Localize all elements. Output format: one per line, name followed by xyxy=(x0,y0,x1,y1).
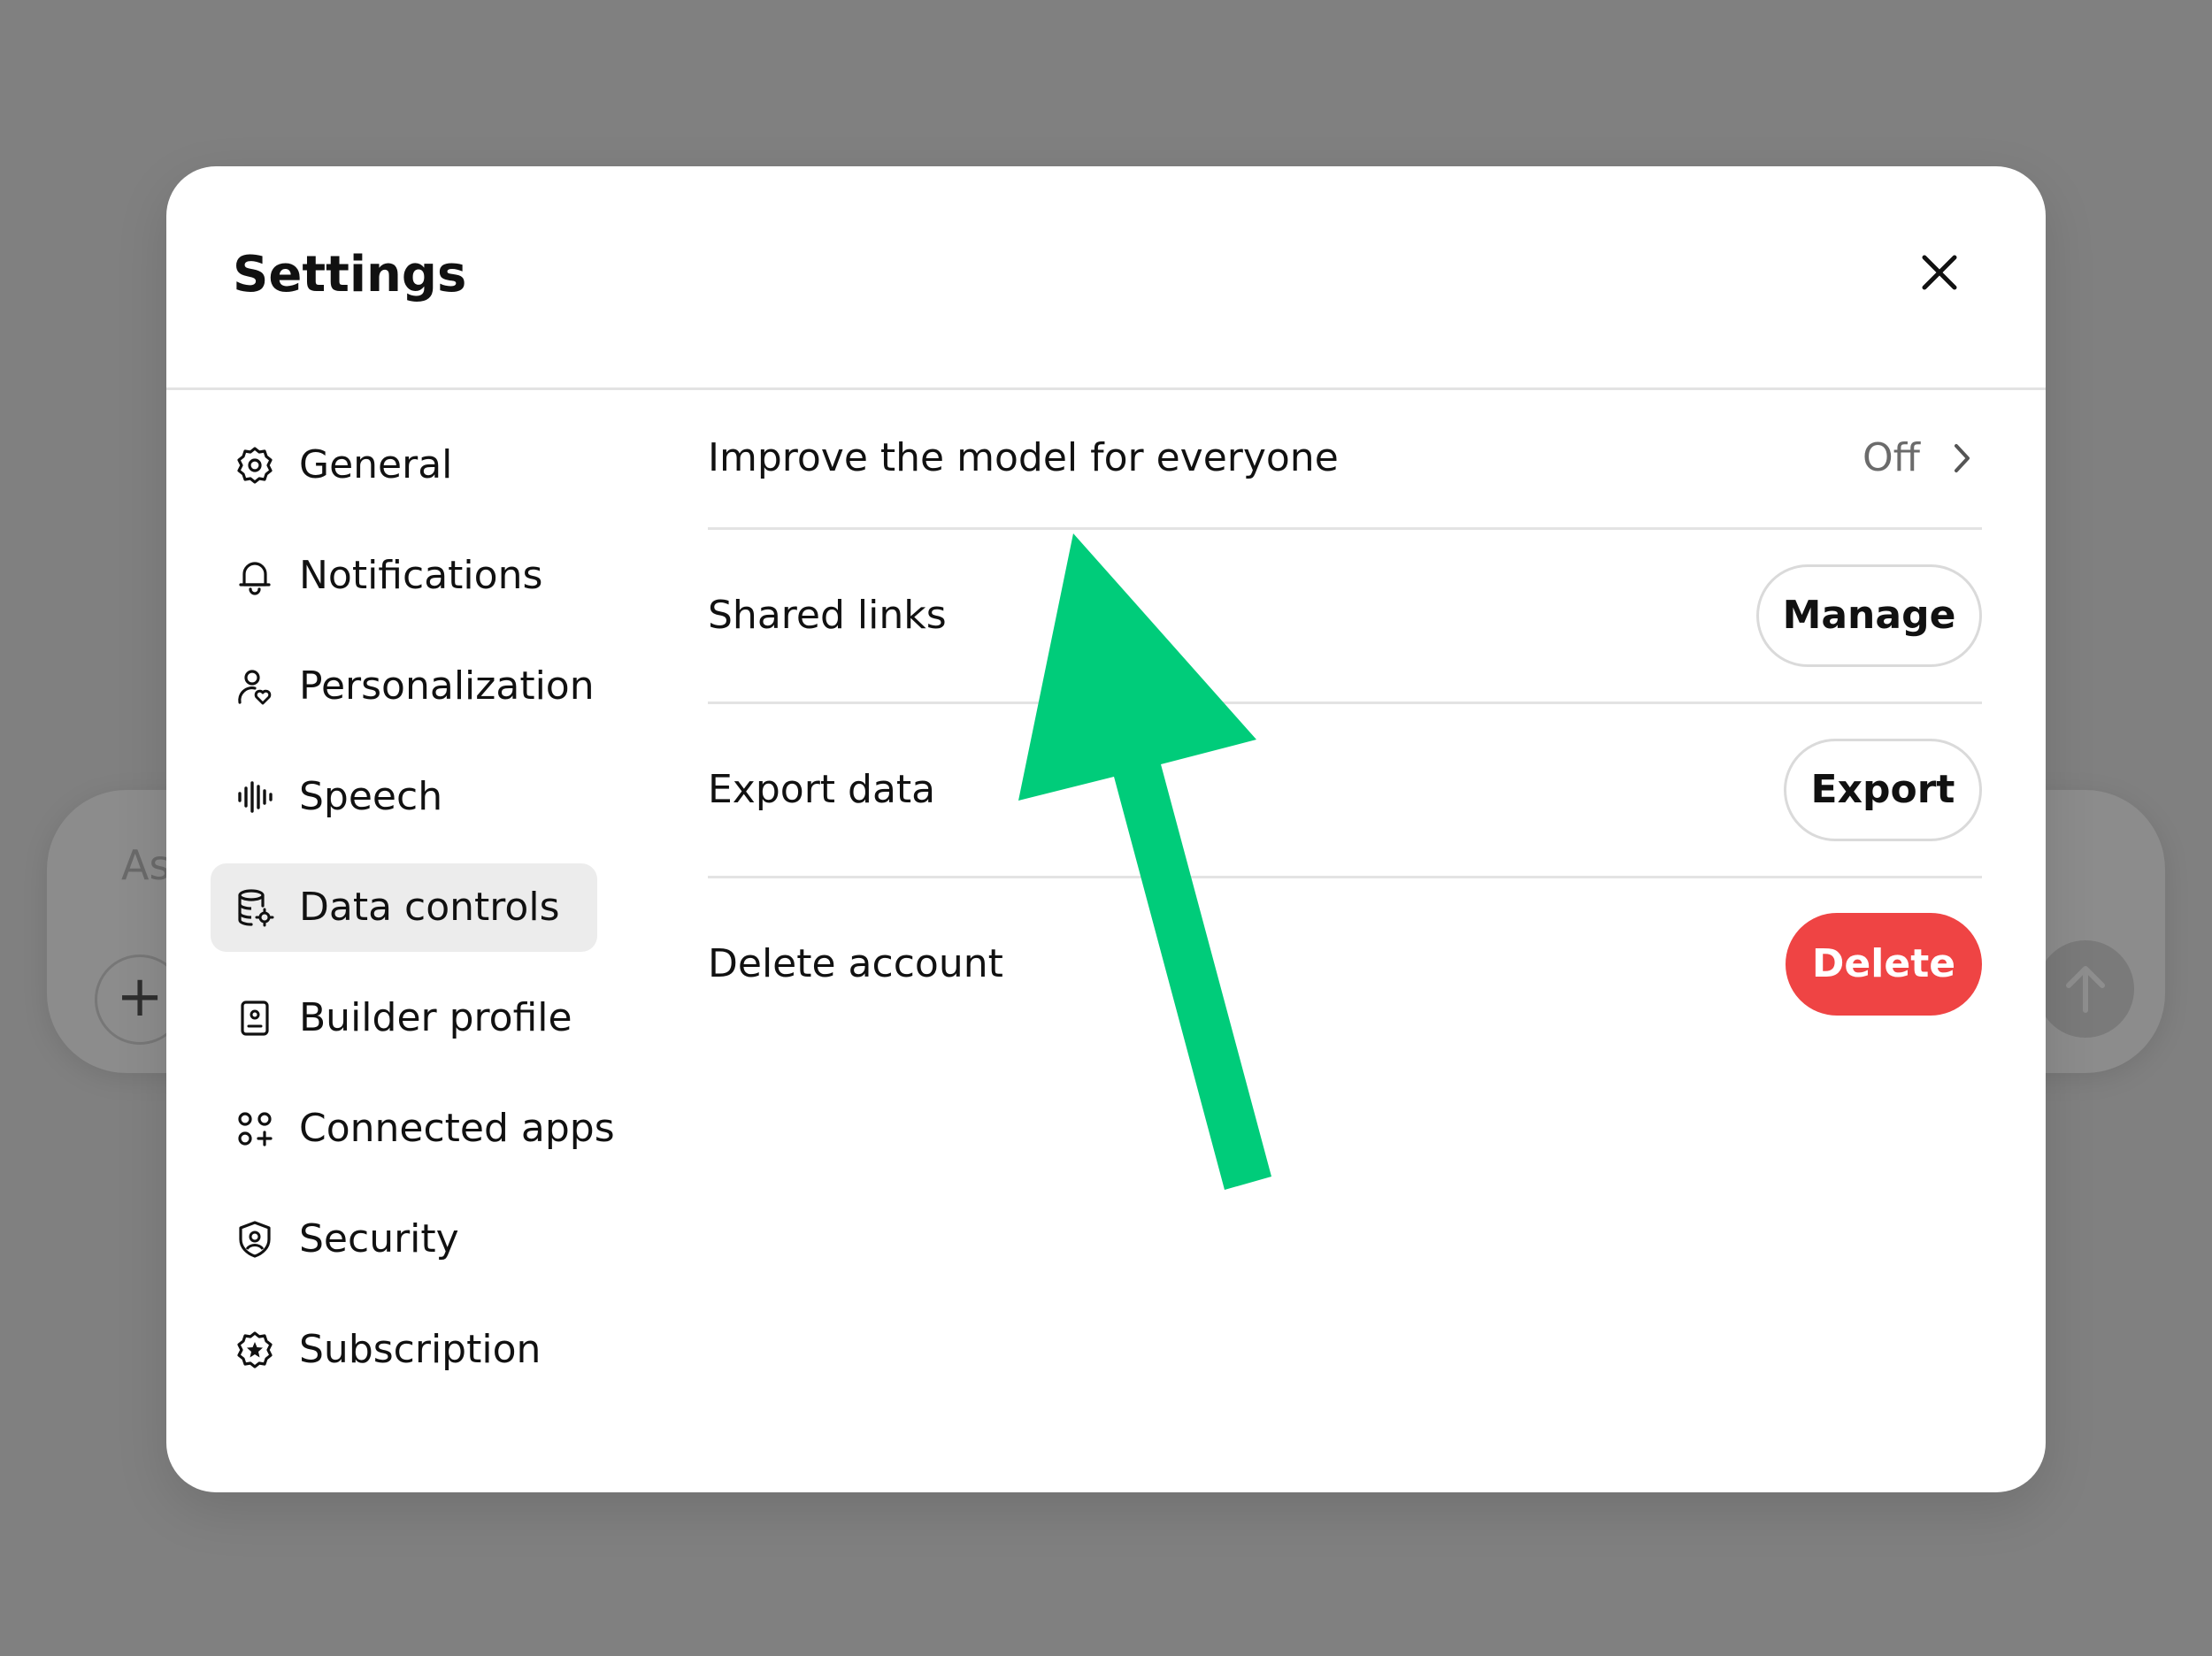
sidebar-item-label: Builder profile xyxy=(299,995,572,1040)
settings-dialog: Settings General Notifications Personali… xyxy=(166,166,2046,1492)
shared-links-label: Shared links xyxy=(708,593,947,638)
sidebar-item-subscription[interactable]: Subscription xyxy=(211,1306,597,1394)
sidebar-item-notifications[interactable]: Notifications xyxy=(211,532,597,620)
sidebar-item-label: Data controls xyxy=(299,885,560,930)
sidebar-item-connected-apps[interactable]: Connected apps xyxy=(211,1085,615,1173)
sidebar-item-label: Notifications xyxy=(299,553,543,598)
send-button xyxy=(2037,940,2134,1038)
export-data-label: Export data xyxy=(708,767,936,812)
sidebar-item-label: Personalization xyxy=(299,663,595,709)
id-badge-icon xyxy=(241,1000,269,1036)
sidebar-item-label: Speech xyxy=(299,774,443,819)
sidebar-item-security[interactable]: Security xyxy=(211,1195,597,1284)
improve-model-label: Improve the model for everyone xyxy=(708,435,1339,480)
shared-links-row: Shared links Manage xyxy=(708,530,1982,704)
sidebar-item-label: Subscription xyxy=(299,1327,541,1372)
dialog-title: Settings xyxy=(233,246,467,303)
close-icon xyxy=(1922,255,1957,290)
export-data-row: Export data Export xyxy=(708,704,1982,878)
sidebar-item-label: General xyxy=(299,442,453,487)
manage-button[interactable]: Manage xyxy=(1756,564,1982,667)
shield-user-icon xyxy=(239,1221,271,1258)
delete-account-row: Delete account Delete xyxy=(708,878,1982,1050)
gear-icon xyxy=(237,447,273,484)
person-heart-icon xyxy=(238,670,272,705)
composer-placeholder: As xyxy=(121,841,171,889)
waveform-icon xyxy=(238,781,273,813)
badge-star-icon xyxy=(237,1331,273,1368)
delete-account-label: Delete account xyxy=(708,941,1003,986)
sidebar-item-data-controls[interactable]: Data controls xyxy=(211,863,597,952)
sidebar-item-label: Security xyxy=(299,1216,459,1261)
sidebar-item-speech[interactable]: Speech xyxy=(211,753,597,841)
apps-grid-icon xyxy=(238,1112,273,1146)
improve-model-value[interactable]: Off xyxy=(1863,435,1920,480)
arrow-up-icon xyxy=(2066,966,2105,1013)
chevron-right-icon[interactable] xyxy=(1948,441,1975,476)
sidebar-item-builder-profile[interactable]: Builder profile xyxy=(211,974,597,1062)
bell-icon xyxy=(239,562,271,595)
delete-button[interactable]: Delete xyxy=(1786,913,1982,1016)
sidebar-item-label: Connected apps xyxy=(299,1106,615,1151)
export-button[interactable]: Export xyxy=(1784,739,1982,841)
close-button[interactable] xyxy=(1917,250,1962,295)
database-settings-icon xyxy=(238,889,274,927)
sidebar-item-general[interactable]: General xyxy=(211,421,597,510)
dialog-header: Settings xyxy=(166,166,2046,390)
sidebar-item-personalization[interactable]: Personalization xyxy=(211,642,597,731)
improve-model-row[interactable]: Improve the model for everyone Off xyxy=(708,387,1982,530)
